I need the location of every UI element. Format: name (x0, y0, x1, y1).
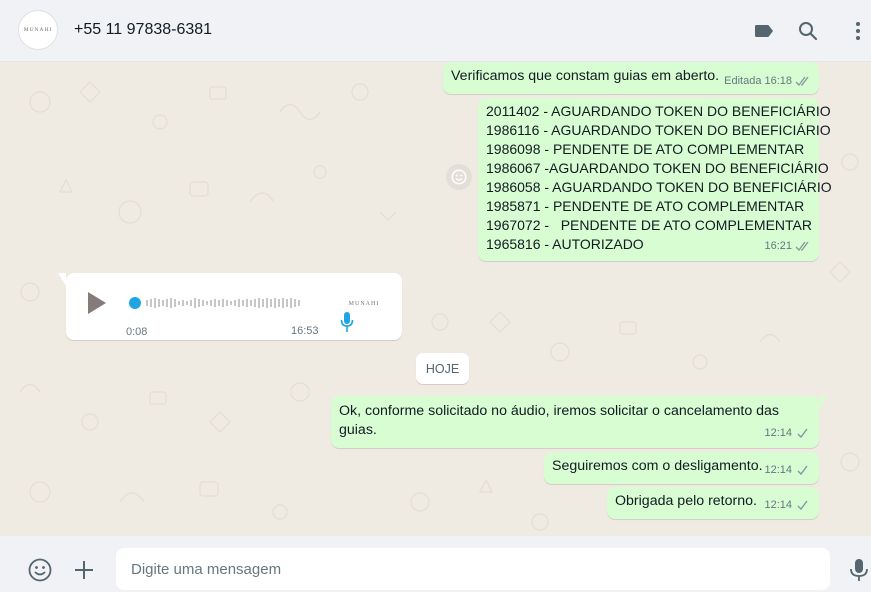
message-time: 12:14 (764, 499, 792, 511)
guide-line: 2011402 - AGUARDANDO TOKEN DO BENEFICIÁR… (486, 103, 831, 119)
bubble-tail (819, 396, 827, 409)
double-check-icon (795, 76, 809, 86)
message-text: Ok, conforme solicitado no áudio, iremos… (339, 403, 780, 438)
voice-duration: 0:08 (126, 326, 148, 338)
message-time: 16:21 (764, 240, 792, 252)
outgoing-message[interactable]: Verificamos que constam guias em aberto.… (443, 62, 819, 94)
message-text: Obrigada pelo retorno. (615, 493, 757, 509)
message-meta: Editada 16:18 (724, 72, 811, 91)
menu-icon[interactable] (846, 19, 870, 43)
guide-line: 1986067 -AGUARDANDO TOKEN DO BENEFICIÁRI… (486, 160, 829, 176)
date-divider: HOJE (416, 353, 469, 384)
message-meta: 12:14 (764, 424, 811, 443)
message-time: 12:14 (764, 427, 792, 439)
plus-icon[interactable] (71, 557, 97, 583)
message-input[interactable] (116, 548, 830, 590)
guide-line: 1985871 - PENDENTE DE ATO COMPLEMENTAR (486, 198, 805, 214)
outgoing-message[interactable]: Ok, conforme solicitado no áudio, iremos… (331, 396, 827, 448)
message-meta: 12:14 (764, 461, 811, 480)
avatar-logo-text: MUNAHI (23, 27, 53, 33)
check-icon (797, 465, 808, 476)
message-text: 2011402 - AGUARDANDO TOKEN DO BENEFICIÁR… (486, 102, 832, 254)
chat-panel[interactable]: Verificamos que constam guias em aberto.… (0, 62, 871, 536)
bubble-tail (58, 273, 66, 286)
message-time: 16:18 (764, 75, 792, 87)
react-emoji-button[interactable] (446, 164, 472, 190)
message-text: Seguiremos com o desligamento. (552, 458, 763, 474)
emoji-icon (451, 169, 467, 185)
label-icon[interactable] (752, 19, 776, 43)
message-meta: 16:21 (764, 237, 811, 256)
play-icon[interactable] (86, 291, 108, 315)
search-icon[interactable] (796, 19, 820, 43)
audio-waveform[interactable] (126, 294, 316, 312)
incoming-voice-message[interactable]: 0:08 16:53 MUNAHI (58, 273, 402, 340)
outgoing-message[interactable]: Obrigada pelo retorno. 12:14 (607, 487, 819, 519)
edited-label: Editada (724, 75, 762, 87)
guide-line: 1986116 - AGUARDANDO TOKEN DO BENEFICIÁR… (486, 122, 831, 138)
guide-line: 1986058 - AGUARDANDO TOKEN DO BENEFICIÁR… (486, 179, 832, 195)
double-check-icon (795, 241, 809, 251)
message-time: 12:14 (764, 464, 792, 476)
outgoing-message[interactable]: 2011402 - AGUARDANDO TOKEN DO BENEFICIÁR… (478, 98, 832, 261)
chat-header: MUNAHI +55 11 97838-6381 (0, 0, 871, 62)
mic-icon[interactable] (846, 557, 871, 583)
guide-line: 1986098 - PENDENTE DE ATO COMPLEMENTAR (486, 141, 805, 157)
message-meta: 12:14 (764, 496, 811, 515)
message-text: Verificamos que constam guias em aberto. (451, 68, 720, 84)
guide-line: 1967072 - PENDENTE DE ATO COMPLEMENTAR (486, 217, 812, 233)
message-time: 16:53 (291, 325, 319, 337)
check-icon (797, 428, 808, 439)
mic-icon (340, 312, 354, 332)
emoji-icon[interactable] (27, 557, 53, 583)
check-icon (797, 500, 808, 511)
contact-avatar[interactable]: MUNAHI (18, 10, 58, 50)
contact-name[interactable]: +55 11 97838-6381 (74, 21, 212, 39)
outgoing-message[interactable]: Seguiremos com o desligamento. 12:14 (544, 452, 819, 484)
